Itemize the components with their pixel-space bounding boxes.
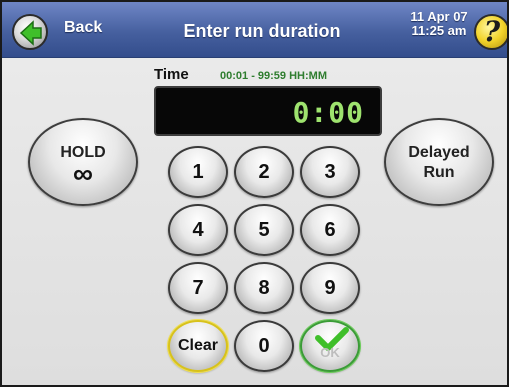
time-text: 11:25 am <box>411 23 467 38</box>
key-4[interactable]: 4 <box>168 204 228 256</box>
infinity-icon: ∞ <box>73 158 93 189</box>
app-window: Back Enter run duration 11 Apr 07 11:25 … <box>0 0 509 387</box>
key-6[interactable]: 6 <box>300 204 360 256</box>
key-2[interactable]: 2 <box>234 146 294 198</box>
back-arrow-icon[interactable] <box>12 14 48 50</box>
key-5[interactable]: 5 <box>234 204 294 256</box>
help-icon[interactable]: ? <box>474 14 507 50</box>
key-3[interactable]: 3 <box>300 146 360 198</box>
key-9[interactable]: 9 <box>300 262 360 314</box>
key-8[interactable]: 8 <box>234 262 294 314</box>
delayed-run-label-line1: Delayed <box>408 144 470 161</box>
key-0[interactable]: 0 <box>234 320 294 372</box>
key-7[interactable]: 7 <box>168 262 228 314</box>
time-range-hint: 00:01 - 99:59 HH:MM <box>220 70 327 82</box>
hold-button[interactable]: HOLD ∞ <box>28 118 138 206</box>
back-button[interactable]: Back <box>6 8 118 52</box>
ok-label: OK <box>320 345 340 360</box>
time-label: Time <box>154 66 189 83</box>
time-display: 0:00 <box>154 86 382 136</box>
back-label: Back <box>64 19 103 36</box>
ok-button[interactable]: OK <box>300 320 360 372</box>
clear-button[interactable]: Clear <box>168 320 228 372</box>
header-bar: Back Enter run duration 11 Apr 07 11:25 … <box>2 2 507 58</box>
date-text: 11 Apr 07 <box>410 9 468 24</box>
delayed-run-label-line2: Run <box>423 164 455 181</box>
time-display-value: 0:00 <box>292 96 364 129</box>
key-1[interactable]: 1 <box>168 146 228 198</box>
page-title: Enter run duration <box>183 21 341 41</box>
datetime: 11 Apr 07 11:25 am <box>404 10 474 38</box>
delayed-run-button[interactable]: Delayed Run <box>384 118 494 206</box>
